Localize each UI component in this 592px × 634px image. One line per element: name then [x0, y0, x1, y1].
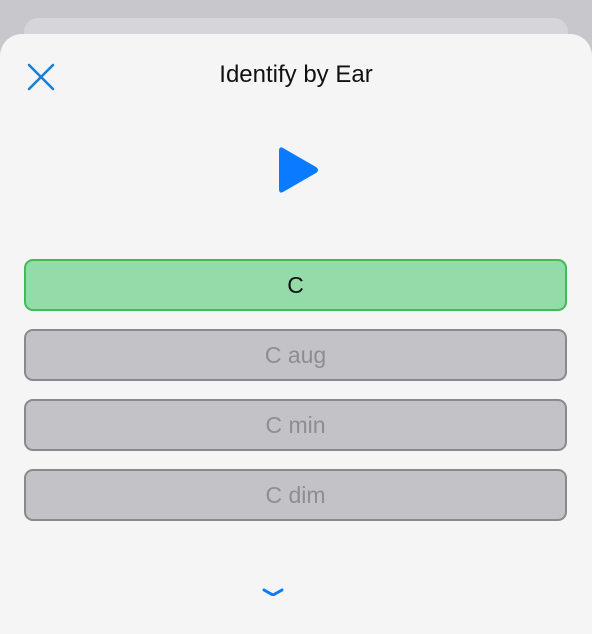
page-title: Identify by Ear: [219, 61, 373, 88]
option-label: C dim: [265, 481, 326, 508]
modal-sheet: Identify by Ear C C aug C min C dim: [0, 34, 592, 634]
answer-options: C C aug C min C dim: [24, 259, 568, 539]
option-label: C aug: [264, 341, 327, 368]
play-button[interactable]: [270, 142, 326, 198]
option-c-dim[interactable]: C dim: [24, 469, 567, 521]
play-icon: [279, 147, 318, 193]
option-c[interactable]: C: [24, 259, 567, 311]
option-c-aug[interactable]: C aug: [24, 329, 567, 381]
option-label: C: [287, 271, 304, 298]
chevron-down-icon[interactable]: [262, 588, 284, 596]
option-label: C min: [265, 411, 326, 438]
option-c-min[interactable]: C min: [24, 399, 567, 451]
